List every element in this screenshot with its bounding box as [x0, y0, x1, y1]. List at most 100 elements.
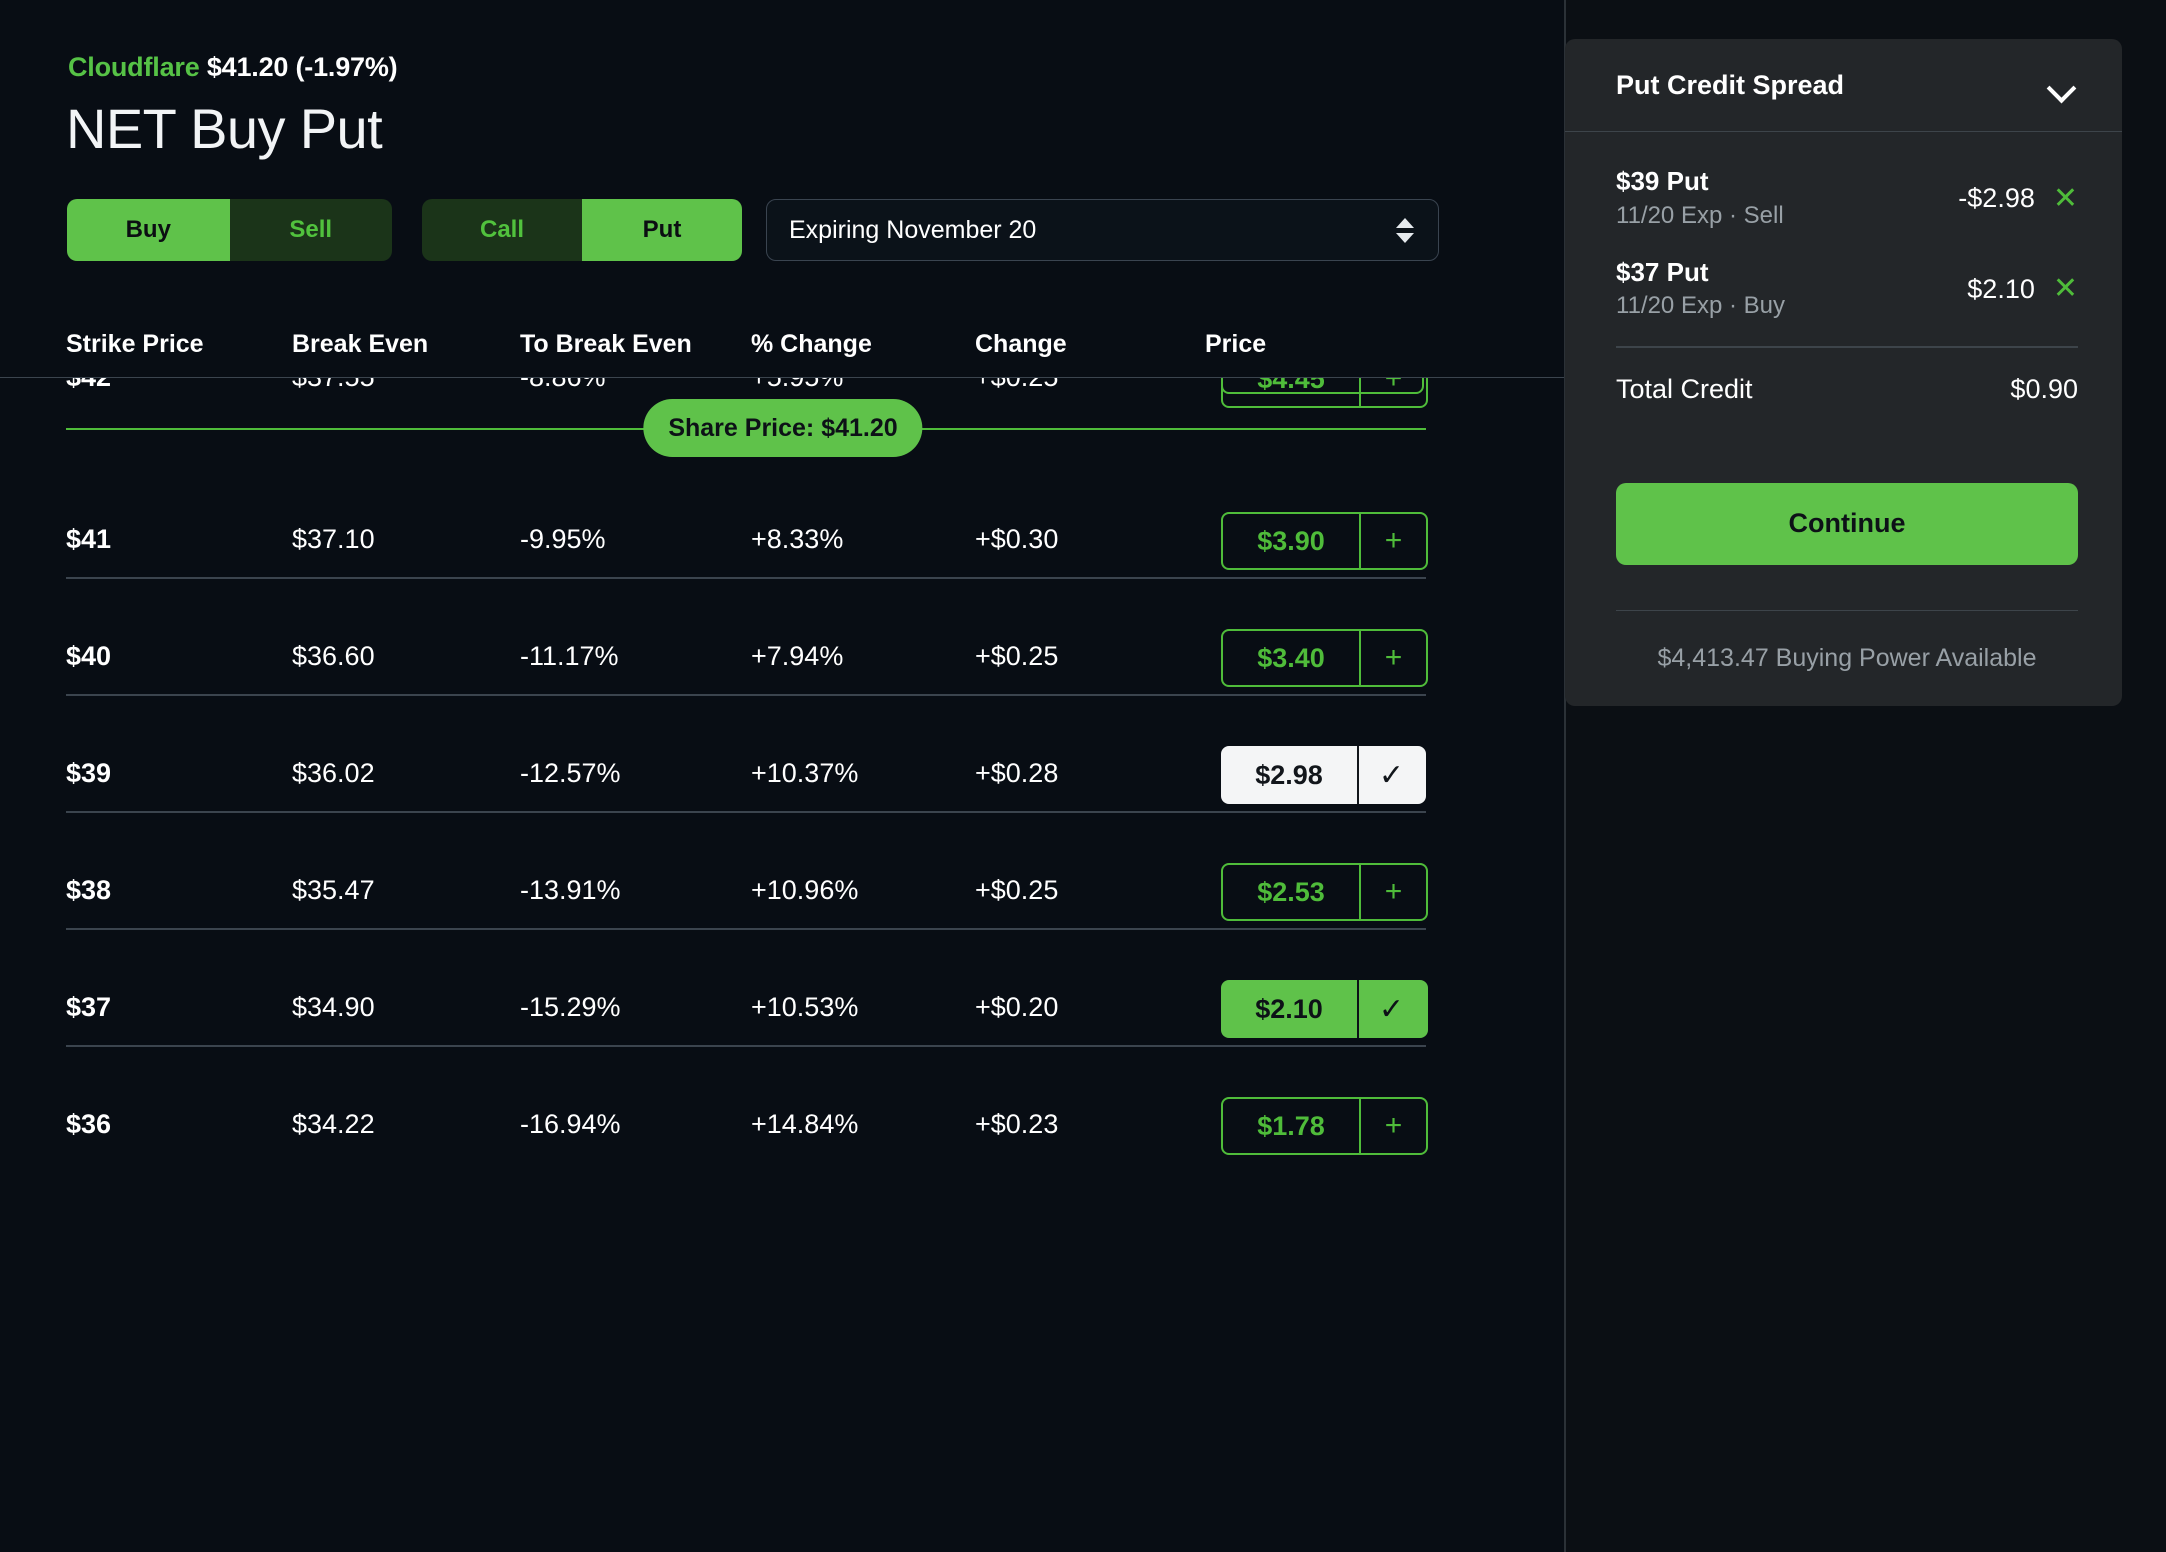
add-leg-icon[interactable]: + [1359, 631, 1426, 685]
expiration-select[interactable]: Expiring November 20 [766, 199, 1439, 261]
cell-pct-change: +14.84% [751, 1109, 859, 1139]
leg-info: $39 Put 11/20 Exp · Sell [1616, 165, 1958, 230]
cell-strike-price: $39 [66, 758, 112, 788]
cell-break-even: $34.90 [292, 992, 375, 1022]
sell-toggle[interactable]: Sell [229, 199, 392, 261]
price-button-selected[interactable]: $2.98 ✓ [1221, 746, 1426, 804]
cell-pct-change: +10.37% [751, 758, 859, 788]
row-divider [66, 577, 1426, 579]
order-summary-card: Put Credit Spread $39 Put 11/20 Exp · Se… [1565, 39, 2122, 706]
strategy-title: Put Credit Spread [1616, 69, 1845, 100]
cell-strike-price: $38 [66, 875, 112, 905]
total-credit-label: Total Credit [1616, 373, 1753, 404]
cell-change: +$0.25 [975, 378, 1058, 393]
main-content: Cloudflare $41.20 (-1.97%) NET Buy Put B… [0, 0, 1566, 1552]
share-price-marker: Share Price: $41.20 [0, 399, 1566, 459]
company-name: Cloudflare [68, 52, 200, 82]
row-divider [66, 1045, 1426, 1047]
expiration-value: Expiring November 20 [789, 215, 1037, 244]
continue-button[interactable]: Continue [1616, 482, 2078, 565]
strike-rows-list[interactable]: $42 $37.55 -8.86% +5.95% +$0.25 $4.45 + … [0, 378, 1566, 1552]
cell-pct-change: +10.96% [751, 875, 859, 905]
leg-info: $37 Put 11/20 Exp · Buy [1616, 256, 1967, 321]
cell-change: +$0.25 [975, 875, 1059, 905]
column-strike-price: Strike Price [66, 330, 204, 358]
option-type-toggle-group: Call Put [422, 199, 742, 261]
leg-detail: 11/20 Exp · Buy [1616, 292, 1785, 319]
remove-leg-icon[interactable]: ✕ [2053, 274, 2078, 304]
column-price: Price [1205, 330, 1267, 358]
price-value: $2.98 [1255, 759, 1323, 790]
cell-change: +$0.30 [975, 524, 1059, 554]
price-button[interactable]: $3.90 + [1221, 512, 1428, 570]
ticker-quote-line: Cloudflare $41.20 (-1.97%) [68, 52, 398, 83]
price-button-selected[interactable]: $2.10 ✓ [1221, 980, 1428, 1038]
cell-change: +$0.20 [975, 992, 1059, 1022]
cell-break-even: $36.60 [292, 641, 375, 671]
cell-break-even: $34.22 [292, 1109, 375, 1139]
add-leg-icon[interactable]: + [1359, 1099, 1426, 1153]
quote-price: $41.20 (-1.97%) [206, 52, 398, 82]
cell-pct-change: +5.95% [751, 378, 843, 393]
table-row[interactable]: $36 $34.22 -16.94% +14.84% +$0.23 $1.78 … [0, 1045, 1566, 1207]
put-toggle[interactable]: Put [582, 199, 742, 261]
side-toggle-group: Buy Sell [67, 199, 392, 261]
total-credit-value: $0.90 [2010, 373, 2078, 404]
add-leg-icon[interactable]: + [1359, 865, 1426, 919]
price-button[interactable]: $3.40 + [1221, 629, 1428, 687]
cell-to-break-even: -16.94% [520, 1109, 621, 1139]
order-leg: $37 Put 11/20 Exp · Buy $2.10 ✕ [1616, 256, 2078, 321]
leg-price-group: -$2.98 ✕ [1958, 183, 2078, 214]
page-title: NET Buy Put [66, 97, 383, 160]
cell-break-even: $37.10 [292, 524, 375, 554]
cell-pct-change: +7.94% [751, 641, 844, 671]
share-price-label: Share Price: $41.20 [643, 399, 923, 457]
add-leg-icon[interactable]: + [1359, 514, 1426, 568]
cell-break-even: $35.47 [292, 875, 375, 905]
leg-price-group: $2.10 ✕ [1967, 274, 2078, 305]
leg-detail: 11/20 Exp · Sell [1616, 201, 1784, 229]
buying-power-text: $4,413.47 Buying Power Available [1657, 643, 2037, 672]
cell-strike-price: $40 [66, 641, 112, 671]
remove-leg-icon[interactable]: ✕ [2053, 183, 2078, 214]
leg-name: $39 Put [1616, 166, 1709, 196]
column-break-even: Break Even [292, 330, 429, 358]
price-button[interactable]: $1.78 + [1221, 1097, 1428, 1155]
buy-toggle[interactable]: Buy [67, 199, 230, 261]
order-leg: $39 Put 11/20 Exp · Sell -$2.98 ✕ [1616, 165, 2078, 230]
stepper-arrows-icon[interactable] [1394, 217, 1416, 243]
cell-to-break-even: -11.17% [520, 641, 619, 671]
cell-pct-change: +8.33% [751, 524, 844, 554]
cell-strike-price: $36 [66, 1109, 112, 1139]
order-summary-header[interactable]: Put Credit Spread [1565, 39, 2122, 132]
buying-power-footer: $4,413.47 Buying Power Available [1616, 609, 2078, 706]
cell-to-break-even: -9.95% [520, 524, 606, 554]
cell-break-even: $36.02 [292, 758, 375, 788]
check-icon[interactable]: ✓ [1357, 980, 1424, 1038]
chevron-down-icon[interactable] [2048, 78, 2074, 93]
chevron-down-icon [1396, 232, 1414, 243]
total-credit-row: Total Credit $0.90 [1616, 348, 2078, 405]
check-icon[interactable]: ✓ [1357, 746, 1424, 804]
column-change: Change [975, 330, 1067, 358]
row-divider [66, 928, 1426, 930]
column-to-break-even: To Break Even [520, 330, 692, 358]
call-toggle[interactable]: Call [422, 199, 582, 261]
chevron-up-icon [1396, 217, 1414, 228]
cell-strike-price: $42 [66, 378, 111, 393]
leg-price: -$2.98 [1958, 183, 2035, 213]
cell-strike-price: $37 [66, 992, 112, 1022]
cell-to-break-even: -12.57% [520, 758, 621, 788]
price-value: $3.40 [1257, 642, 1325, 673]
cell-change: +$0.23 [975, 1109, 1059, 1139]
cell-to-break-even: -15.29% [520, 992, 621, 1022]
table-header: Strike Price Break Even To Break Even % … [0, 310, 1566, 378]
price-button[interactable]: $2.53 + [1221, 863, 1428, 921]
price-value: $3.90 [1257, 525, 1325, 556]
cell-to-break-even: -8.86% [520, 378, 606, 393]
price-value: $2.53 [1257, 876, 1325, 907]
cell-to-break-even: -13.91% [520, 875, 621, 905]
cell-break-even: $37.55 [292, 378, 375, 393]
cell-change: +$0.25 [975, 641, 1059, 671]
price-value: $1.78 [1257, 1110, 1325, 1141]
